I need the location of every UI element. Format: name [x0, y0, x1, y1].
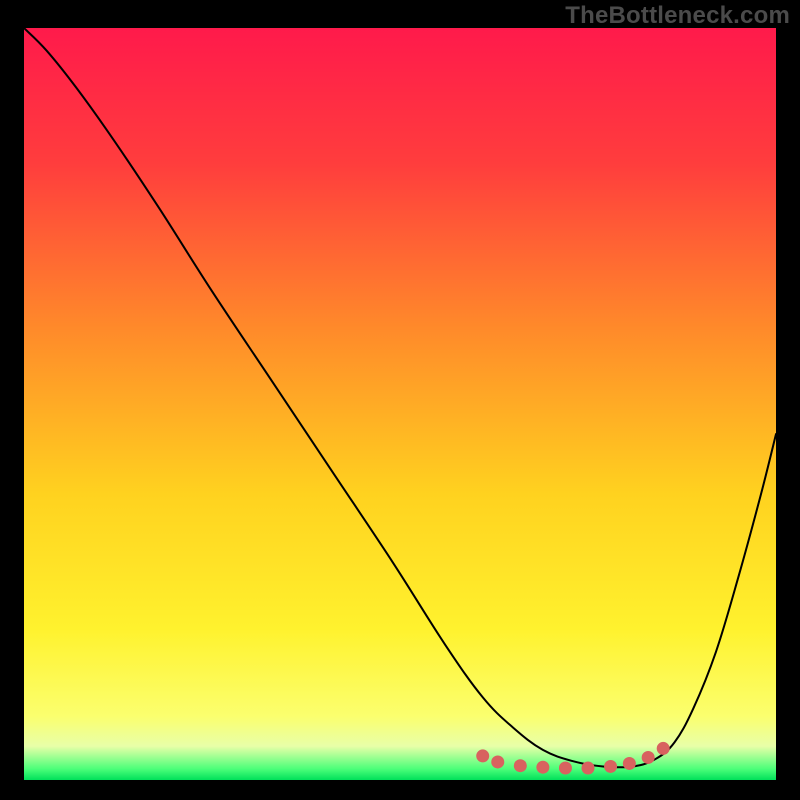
bottleneck-curve [24, 28, 776, 767]
watermark-text: TheBottleneck.com [565, 2, 790, 30]
highlight-dot [642, 751, 655, 764]
highlight-dot [491, 755, 504, 768]
stage: TheBottleneck.com [0, 0, 800, 800]
chart-lines [24, 28, 776, 780]
highlight-dot [604, 760, 617, 773]
highlight-dot [582, 761, 595, 774]
highlight-dot [476, 749, 489, 762]
highlight-dot [657, 742, 670, 755]
highlight-dot [623, 757, 636, 770]
highlight-dot [536, 761, 549, 774]
highlight-dot [514, 759, 527, 772]
plot-area [24, 28, 776, 780]
highlight-dot [559, 761, 572, 774]
